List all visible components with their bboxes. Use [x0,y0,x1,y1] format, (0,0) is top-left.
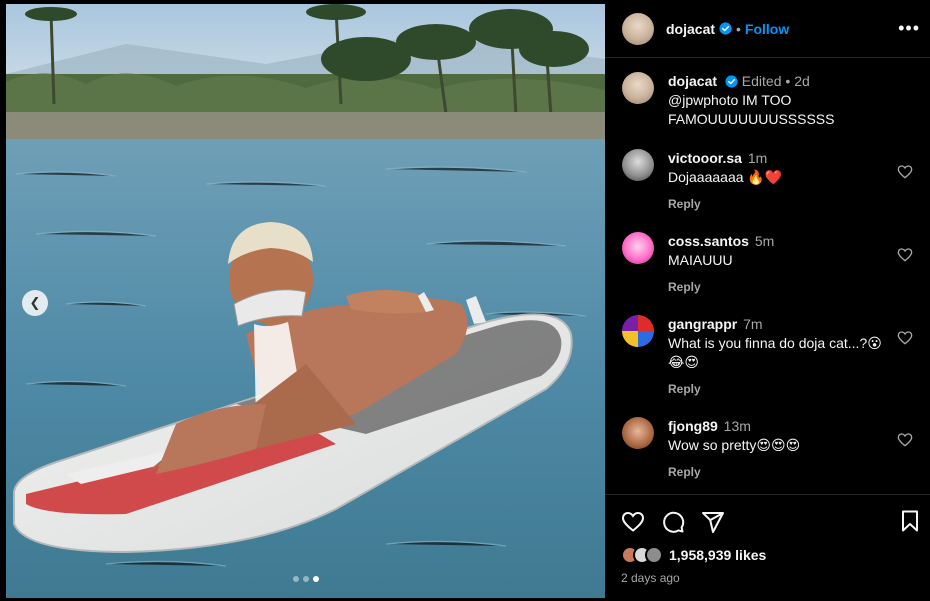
heart-icon[interactable] [897,330,913,346]
author-avatar[interactable] [622,12,654,45]
comment-text: MAIAUUU [668,252,733,268]
reply-button[interactable]: Reply [668,463,701,482]
action-bar [621,509,914,535]
caption-text: @jpwphoto IM TOO FAMOUUUUUUUSSSSSS [668,92,835,127]
liker-avatar [645,546,663,564]
follow-button[interactable]: Follow [745,21,789,37]
caption-username[interactable]: dojacat [668,73,717,89]
comment-username[interactable]: gangrappr [668,316,737,332]
heart-icon[interactable] [897,164,913,180]
author-username[interactable]: dojacat [666,21,715,37]
carousel-dot-active [312,576,319,582]
carousel-indicator [292,576,319,582]
reply-button[interactable]: Reply [668,195,701,214]
likes-row: 1,958,939 likes [621,545,914,565]
comment-item: victooor.sa 1m Dojaaaaaaa 🔥❤️ Reply [622,149,913,214]
header-separator: • [736,20,741,37]
share-icon[interactable] [701,510,725,534]
caption-time[interactable]: 2d [794,73,810,89]
comment-icon[interactable] [661,510,685,534]
comment-time[interactable]: 7m [743,316,762,332]
verified-badge-icon [719,22,732,35]
post-photo [6,4,605,598]
post-media[interactable]: ❮ [6,4,605,598]
reply-button[interactable]: Reply [668,278,701,297]
caption-author-avatar[interactable] [622,72,654,104]
comment-username[interactable]: fjong89 [668,418,718,434]
comment-text: Wow so pretty😍😍😍 [668,437,801,453]
more-icon[interactable]: ••• [898,18,920,39]
bookmark-icon[interactable] [898,509,922,533]
reply-button[interactable]: Reply [668,380,701,399]
commenter-avatar[interactable] [622,149,654,181]
post-timestamp[interactable]: 2 days ago [621,571,914,585]
post-actions: 1,958,939 likes 2 days ago [605,494,930,601]
chevron-left-icon: ❮ [29,295,41,310]
comment-item: fjong89 13m Wow so pretty😍😍😍 Reply [622,417,913,482]
comment-item: gangrappr 7m What is you finna do doja c… [622,315,913,399]
edited-label: Edited [741,73,782,89]
post-header: dojacat • Follow ••• [605,0,930,58]
comment-text: What is you finna do doja cat...?😮😂😍 [668,335,882,370]
post-caption: dojacat Edited • 2d @jpwphoto IM TOO FAM… [622,72,913,129]
verified-badge-icon [725,75,738,88]
comment-time[interactable]: 5m [755,233,774,249]
commenter-avatar[interactable] [622,232,654,264]
comment-username[interactable]: coss.santos [668,233,749,249]
carousel-dot [292,576,299,582]
comment-text: Dojaaaaaaa 🔥❤️ [668,169,783,185]
commenter-avatar[interactable] [622,417,654,449]
heart-icon[interactable] [621,510,645,534]
heart-icon[interactable] [897,247,913,263]
liker-avatars [621,546,663,564]
heart-icon[interactable] [897,432,913,448]
caption-dot: • [785,73,791,89]
carousel-prev-button[interactable]: ❮ [22,290,48,316]
comment-time[interactable]: 13m [724,418,751,434]
comments-list[interactable]: dojacat Edited • 2d @jpwphoto IM TOO FAM… [605,58,930,494]
likes-count[interactable]: 1,958,939 likes [669,547,766,563]
comment-username[interactable]: victooor.sa [668,150,742,166]
post-modal: ❮ dojacat • Follow ••• dojacat Edited • … [0,0,930,601]
carousel-dot [302,576,309,582]
comment-time[interactable]: 1m [748,150,767,166]
commenter-avatar[interactable] [622,315,654,347]
comment-item: coss.santos 5m MAIAUUU Reply [622,232,913,297]
post-side-panel: dojacat • Follow ••• dojacat Edited • 2d… [605,0,930,601]
